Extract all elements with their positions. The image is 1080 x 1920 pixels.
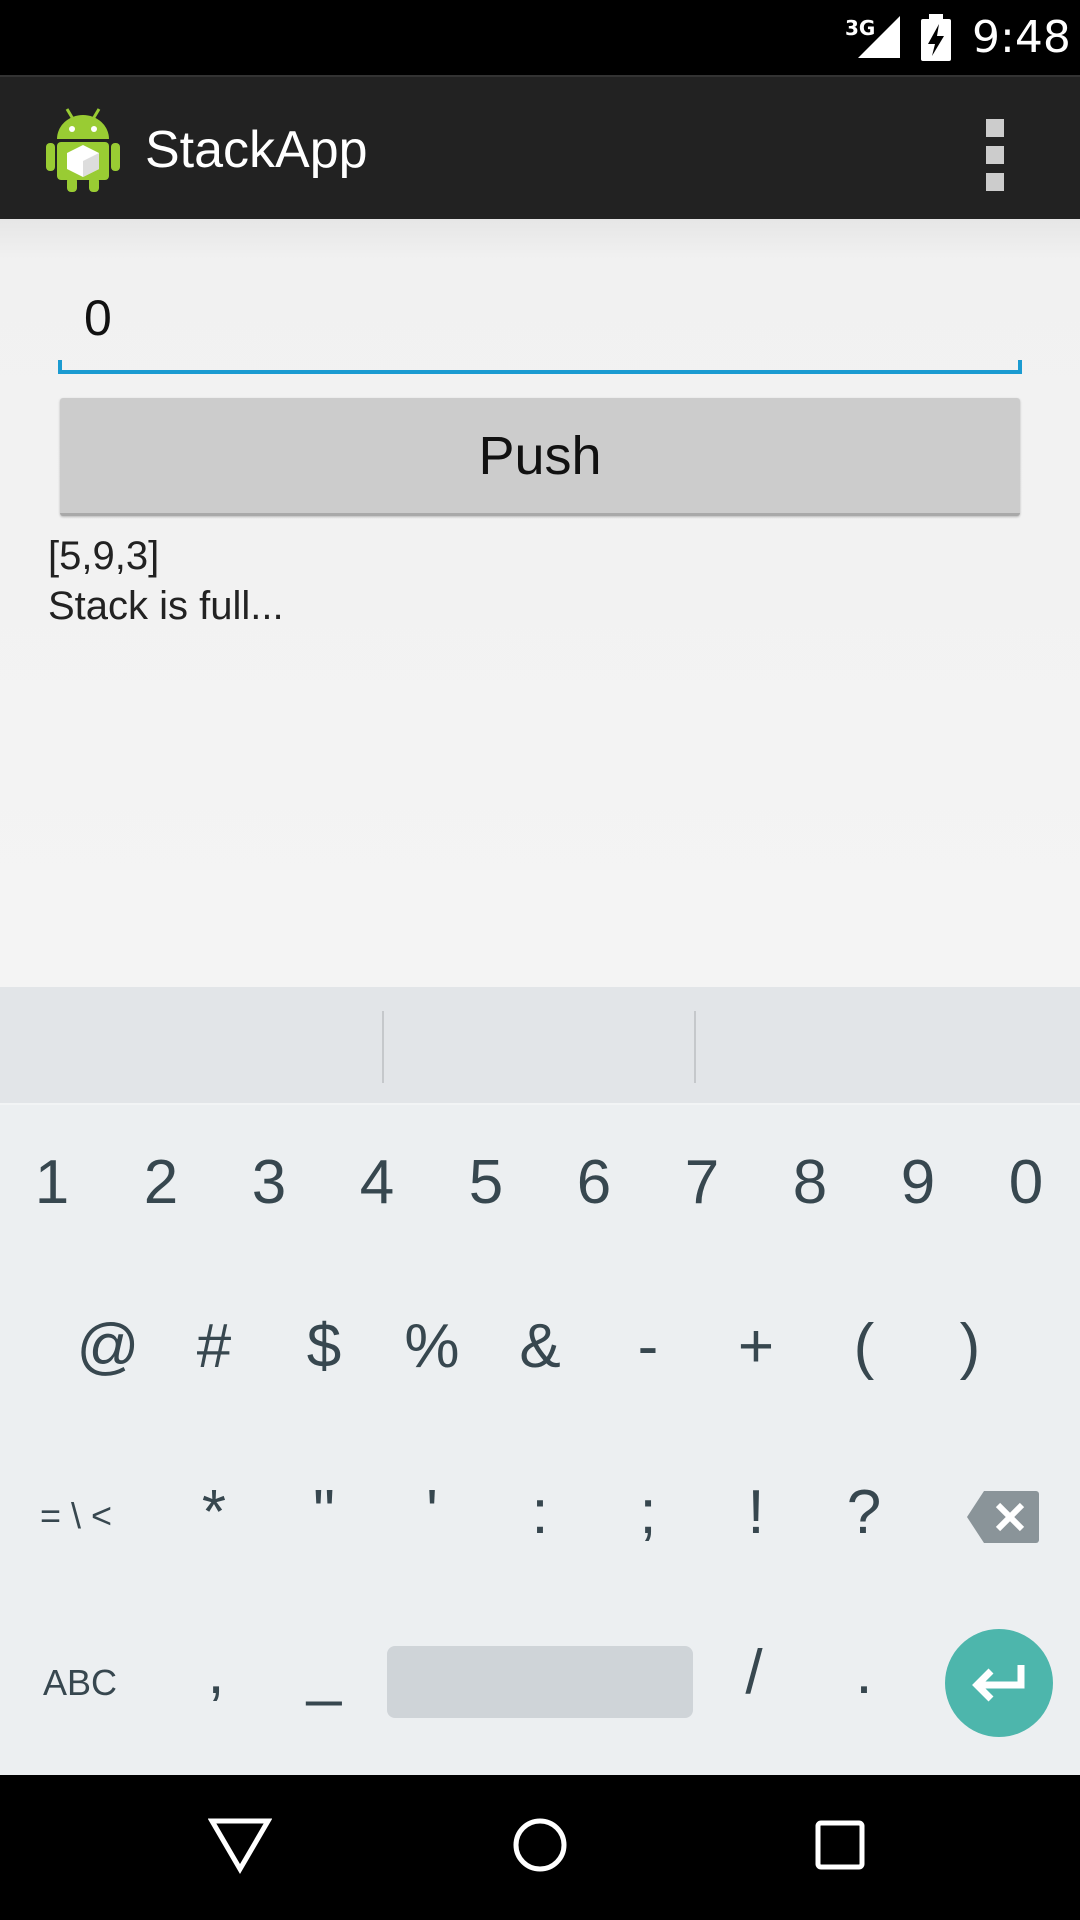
soft-keyboard: 1 2 3 4 5 6 7 8 9 0 @ # $ % & - + ( ) = … xyxy=(0,987,1080,1775)
key[interactable]: . xyxy=(834,1637,894,1708)
key[interactable]: + xyxy=(726,1311,786,1382)
recents-square-icon[interactable] xyxy=(814,1815,866,1875)
key[interactable]: % xyxy=(397,1311,467,1382)
key[interactable]: 7 xyxy=(672,1147,732,1218)
main-content: 0 Push [5,9,3] Stack is full... xyxy=(0,219,1080,987)
key[interactable]: ! xyxy=(726,1477,786,1548)
android-icon xyxy=(46,108,120,192)
status-message: Stack is full... xyxy=(48,584,284,628)
input-value[interactable]: 0 xyxy=(84,289,112,347)
suggestion-strip xyxy=(0,987,1080,1105)
key[interactable]: ) xyxy=(940,1311,1000,1382)
key[interactable]: 6 xyxy=(564,1147,624,1218)
key[interactable]: 4 xyxy=(347,1147,407,1218)
action-bar: StackApp xyxy=(0,75,1080,219)
key[interactable]: ' xyxy=(402,1477,462,1548)
key-more-symbols[interactable]: = \ < xyxy=(20,1495,132,1537)
key[interactable]: ( xyxy=(834,1311,894,1382)
output-text: [5,9,3] Stack is full... xyxy=(48,531,284,631)
back-triangle-icon[interactable] xyxy=(208,1815,272,1875)
key[interactable]: 9 xyxy=(888,1147,948,1218)
suggestion-divider xyxy=(382,1011,384,1083)
key[interactable]: _ xyxy=(294,1637,354,1708)
space-bar[interactable] xyxy=(387,1646,693,1718)
key[interactable]: $ xyxy=(294,1311,354,1382)
key[interactable]: * xyxy=(184,1477,244,1548)
key[interactable]: - xyxy=(618,1311,678,1382)
suggestion-divider xyxy=(694,1011,696,1083)
app-title: StackApp xyxy=(145,121,368,179)
enter-icon xyxy=(972,1665,1025,1702)
more-vert-icon[interactable] xyxy=(980,119,1010,219)
key-abc[interactable]: ABC xyxy=(30,1662,130,1704)
key[interactable]: # xyxy=(184,1311,244,1382)
key[interactable]: " xyxy=(294,1477,354,1548)
key[interactable]: / xyxy=(724,1637,784,1708)
key[interactable]: 1 xyxy=(22,1147,82,1218)
clock: 9:48 xyxy=(972,12,1071,63)
key[interactable]: 2 xyxy=(131,1147,191,1218)
key[interactable]: ? xyxy=(834,1477,894,1548)
status-bar: 3G 9:48 xyxy=(0,0,1080,75)
home-circle-icon[interactable] xyxy=(512,1815,568,1875)
key[interactable]: 3 xyxy=(239,1147,299,1218)
navigation-bar xyxy=(0,1775,1080,1920)
key[interactable]: @ xyxy=(68,1311,148,1382)
backspace-icon[interactable] xyxy=(966,1489,1040,1545)
battery-charging-icon xyxy=(921,14,951,61)
enter-button[interactable] xyxy=(945,1629,1053,1737)
number-input[interactable]: 0 xyxy=(58,289,1022,374)
key[interactable]: 5 xyxy=(456,1147,516,1218)
push-button[interactable]: Push xyxy=(60,398,1020,516)
input-underline xyxy=(58,360,1022,374)
stack-contents: [5,9,3] xyxy=(48,534,160,578)
key[interactable]: ; xyxy=(618,1477,678,1548)
key[interactable]: 8 xyxy=(780,1147,840,1218)
signal-icon xyxy=(858,16,900,58)
key[interactable]: & xyxy=(510,1311,570,1382)
key[interactable]: : xyxy=(510,1477,570,1548)
key[interactable]: 0 xyxy=(996,1147,1056,1218)
key[interactable]: , xyxy=(186,1637,246,1708)
